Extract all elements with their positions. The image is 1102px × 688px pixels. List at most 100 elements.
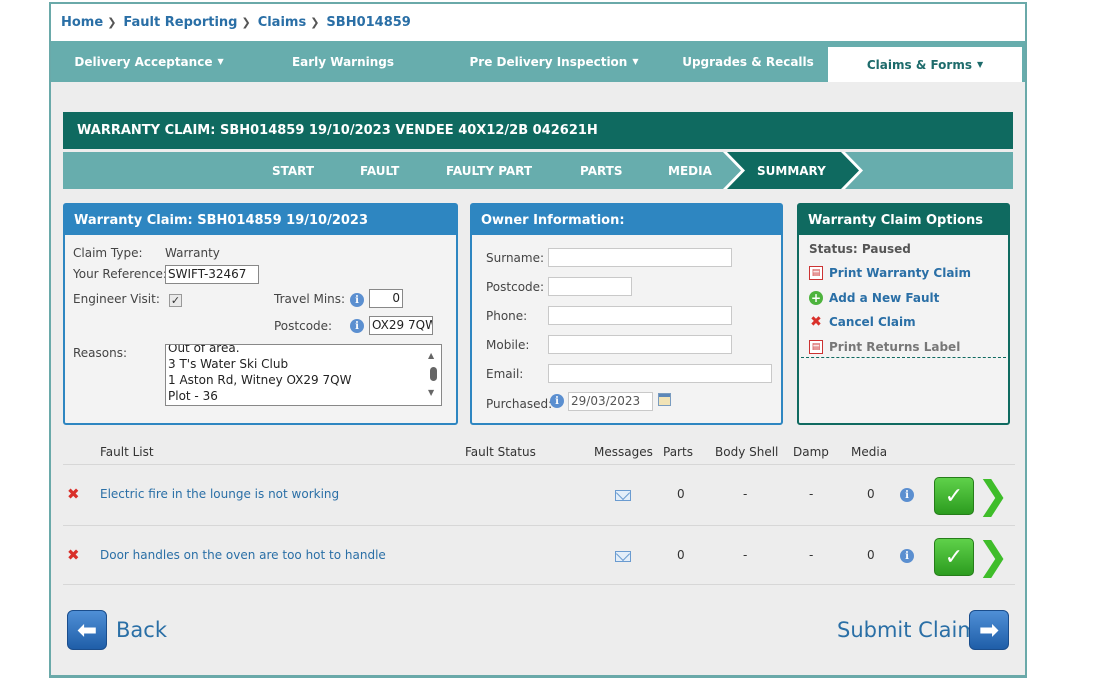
info-icon[interactable]: i — [350, 293, 364, 307]
back-button[interactable]: ⬅ — [67, 610, 107, 650]
engineer-visit-checkbox[interactable]: ✓ — [169, 294, 182, 307]
reasons-line: 3 T's Water Ski Club — [168, 357, 289, 371]
divider — [801, 357, 1006, 358]
info-icon[interactable]: i — [350, 319, 364, 333]
reasons-textarea[interactable]: Out of area. 3 T's Water Ski Club 1 Asto… — [165, 344, 442, 406]
your-reference-label: Your Reference: — [73, 267, 167, 281]
caret-down-icon: ▼ — [217, 57, 224, 66]
claim-header: WARRANTY CLAIM: SBH014859 19/10/2023 VEN… — [63, 112, 1013, 149]
add-new-fault-link[interactable]: + Add a New Fault — [809, 291, 939, 305]
submit-claim-label[interactable]: Submit Claim — [837, 618, 978, 642]
tab-upgrades-recalls[interactable]: Upgrades & Recalls — [669, 41, 827, 82]
breadcrumb-fault-reporting[interactable]: Fault Reporting — [123, 15, 237, 30]
option-label: Print Returns Label — [829, 340, 961, 354]
postcode-label: Postcode: — [274, 319, 333, 333]
option-label: Add a New Fault — [829, 291, 940, 305]
engineer-visit-label: Engineer Visit: — [73, 292, 160, 306]
col-messages: Messages — [594, 445, 653, 459]
step-bar: START FAULT FAULTY PART PARTS MEDIA SUMM… — [63, 152, 1013, 189]
table-row: ✖ Electric fire in the lounge is not wor… — [63, 464, 1015, 524]
page-frame: Home ❯ Fault Reporting ❯ Claims ❯ SBH014859… — [49, 2, 1027, 678]
reasons-label: Reasons: — [73, 346, 128, 360]
scroll-down-icon[interactable]: ▼ — [428, 388, 434, 397]
claim-type-value: Warranty — [165, 246, 220, 260]
options-panel: Warranty Claim Options Status: Paused ▤ … — [797, 203, 1010, 425]
chevron-right-icon: ❯ — [241, 16, 251, 29]
body-shell-value: - — [743, 487, 748, 501]
arrow-right-icon[interactable]: ❯ — [977, 537, 1009, 575]
step-summary[interactable]: SUMMARY — [757, 152, 826, 189]
owner-postcode-label: Postcode: — [486, 280, 545, 294]
email-label: Email: — [486, 367, 524, 381]
tab-pre-delivery-inspection[interactable]: Pre Delivery Inspection ▼ — [439, 41, 669, 82]
damp-value: - — [809, 487, 814, 501]
purchased-label: Purchased: — [486, 397, 553, 411]
owner-postcode-input[interactable] — [548, 277, 632, 296]
fault-description-link[interactable]: Electric fire in the lounge is not worki… — [100, 487, 339, 501]
step-faulty-part[interactable]: FAULTY PART — [446, 152, 532, 189]
surname-label: Surname: — [486, 251, 545, 265]
step-fault[interactable]: FAULT — [360, 152, 399, 189]
reasons-line: Out of area. — [168, 344, 240, 355]
mobile-label: Mobile: — [486, 338, 530, 352]
tab-label: Delivery Acceptance — [74, 54, 213, 69]
mail-icon[interactable] — [615, 551, 631, 562]
reasons-line: Plot - 36 — [168, 389, 218, 403]
reasons-scrollbar[interactable]: ▲ ▼ — [425, 345, 441, 405]
table-row: ✖ Door handles on the oven are too hot t… — [63, 525, 1015, 585]
claim-panel: Warranty Claim: SBH014859 19/10/2023 Cla… — [63, 203, 458, 425]
pdf-icon: ▤ — [809, 266, 823, 280]
claim-type-label: Claim Type: — [73, 246, 143, 260]
tab-delivery-acceptance[interactable]: Delivery Acceptance ▼ — [51, 41, 247, 82]
claim-status: Status: Paused — [809, 242, 911, 256]
step-start[interactable]: START — [272, 152, 314, 189]
breadcrumb-home[interactable]: Home — [61, 15, 103, 30]
col-body-shell: Body Shell — [715, 445, 779, 459]
tick-icon[interactable]: ✓ — [934, 477, 974, 515]
cancel-claim-link[interactable]: ✖ Cancel Claim — [809, 314, 916, 330]
mail-icon[interactable] — [615, 490, 631, 501]
body-shell-value: - — [743, 548, 748, 562]
fault-description-link[interactable]: Door handles on the oven are too hot to … — [100, 548, 386, 562]
mobile-input[interactable] — [548, 335, 732, 354]
surname-input[interactable] — [548, 248, 732, 267]
cancel-icon: ✖ — [810, 314, 822, 330]
info-icon[interactable]: i — [550, 394, 564, 408]
claim-header-title: WARRANTY CLAIM: SBH014859 19/10/2023 VEN… — [77, 123, 598, 138]
tab-early-warnings[interactable]: Early Warnings — [247, 41, 439, 82]
arrow-right-icon[interactable]: ❯ — [977, 476, 1009, 514]
back-label[interactable]: Back — [116, 618, 167, 642]
col-fault-status: Fault Status — [465, 445, 536, 459]
pdf-icon: ▤ — [809, 340, 823, 354]
col-fault-list: Fault List — [100, 445, 154, 459]
info-icon[interactable]: i — [900, 488, 914, 502]
col-damp: Damp — [793, 445, 829, 459]
scroll-thumb[interactable] — [430, 367, 437, 381]
postcode-input[interactable]: OX29 7QW — [369, 316, 433, 335]
chevron-right-icon: ❯ — [310, 16, 320, 29]
media-count: 0 — [867, 487, 875, 501]
calendar-icon[interactable] — [658, 393, 671, 406]
tab-label: Upgrades & Recalls — [682, 54, 814, 69]
info-icon[interactable]: i — [900, 549, 914, 563]
travel-mins-input[interactable]: 0 — [369, 289, 403, 308]
purchased-input[interactable]: 29/03/2023 — [568, 392, 653, 411]
submit-claim-button[interactable]: ➡ — [969, 610, 1009, 650]
step-parts[interactable]: PARTS — [580, 152, 623, 189]
email-input[interactable] — [548, 364, 772, 383]
breadcrumb-current: SBH014859 — [326, 15, 411, 30]
breadcrumb-claims[interactable]: Claims — [258, 15, 307, 30]
step-media[interactable]: MEDIA — [668, 152, 712, 189]
parts-count: 0 — [677, 487, 685, 501]
tab-claims-forms[interactable]: Claims & Forms ▼ — [828, 47, 1022, 82]
print-warranty-claim-link[interactable]: ▤ Print Warranty Claim — [809, 266, 971, 280]
scroll-up-icon[interactable]: ▲ — [428, 351, 434, 360]
delete-fault-icon[interactable]: ✖ — [67, 485, 80, 503]
media-count: 0 — [867, 548, 875, 562]
tick-icon[interactable]: ✓ — [934, 538, 974, 576]
print-returns-label-link[interactable]: ▤ Print Returns Label — [809, 340, 960, 354]
your-reference-input[interactable]: SWIFT-32467 — [165, 265, 259, 284]
tab-label: Claims & Forms — [866, 57, 972, 72]
phone-input[interactable] — [548, 306, 732, 325]
delete-fault-icon[interactable]: ✖ — [67, 546, 80, 564]
